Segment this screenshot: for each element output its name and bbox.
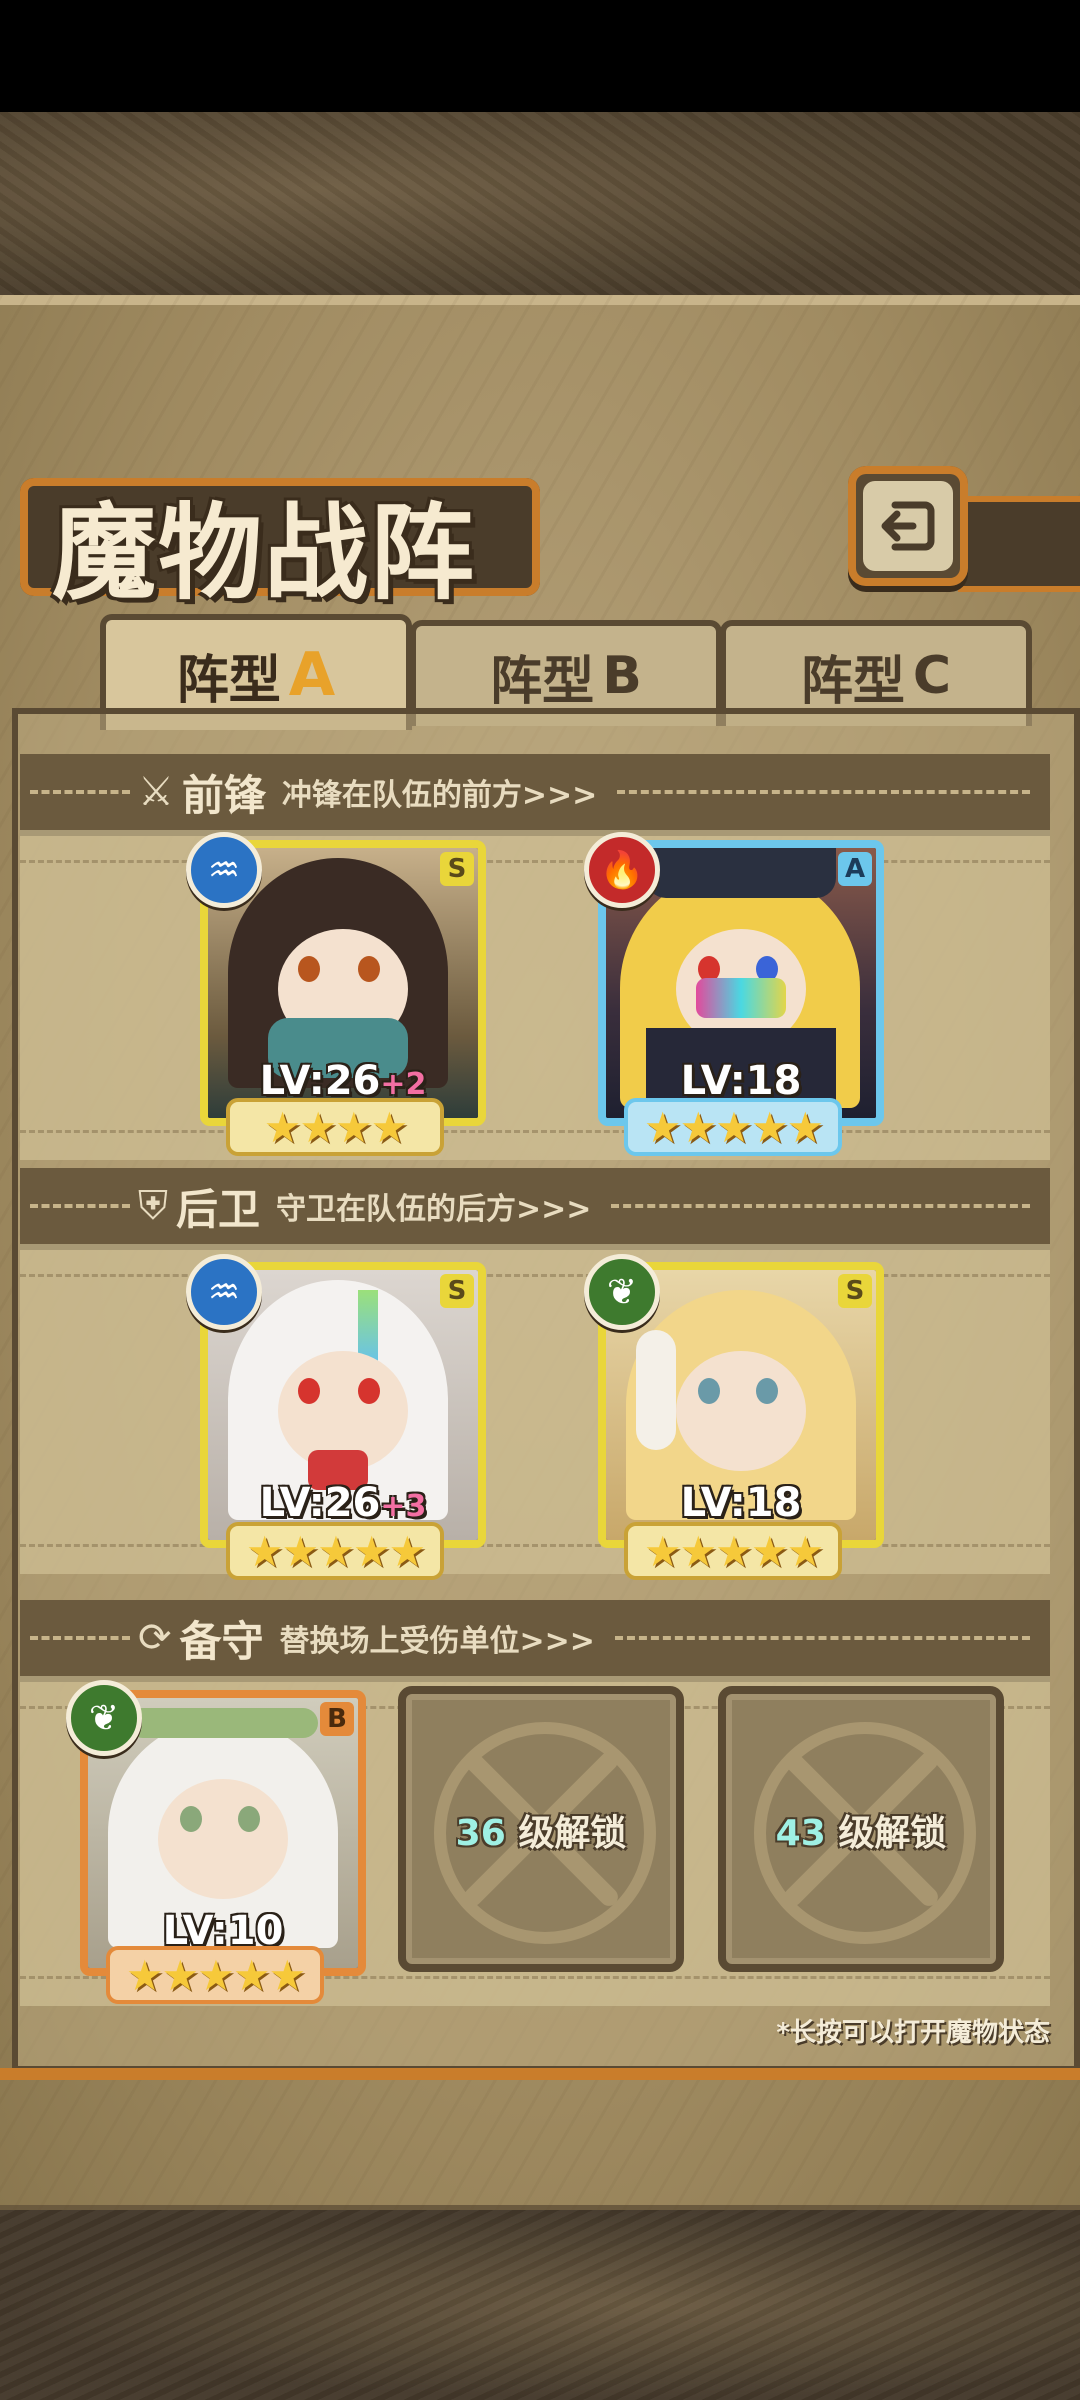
locked-slot-2[interactable]: 43 级解锁: [718, 1686, 1004, 1972]
section-header-reserve: ⟳ 备守 替换场上受伤单位>>>: [20, 1600, 1050, 1676]
section-name: 前锋: [181, 770, 266, 820]
back-arrow-icon: [881, 501, 935, 551]
section-desc: 守卫在队伍的后方>>>: [276, 1192, 592, 1227]
shield-icon: ⛨: [138, 1183, 168, 1229]
tab-letter: A: [288, 640, 336, 710]
leaf-element-icon: ❦: [66, 1680, 142, 1756]
section-desc: 替换场上受伤单位>>>: [279, 1624, 595, 1659]
rank-badge: S: [440, 1274, 474, 1308]
unlock-label: 36 级解锁: [455, 1813, 627, 1854]
rank-badge: A: [838, 852, 872, 886]
star-rating: ★★★★★: [226, 1522, 444, 1580]
water-element-icon: ♒: [186, 832, 262, 908]
section-name: 备守: [179, 1616, 264, 1666]
map-background-top: [0, 112, 1080, 302]
star-rating: ★★★★★: [624, 1522, 842, 1580]
tab-letter: B: [602, 646, 642, 706]
front-row: [20, 830, 1050, 1160]
tab-letter: C: [912, 646, 952, 706]
rank-badge: S: [440, 852, 474, 886]
water-element-icon: ♒: [186, 1254, 262, 1330]
star-rating: ★★★★★: [106, 1946, 324, 2004]
panel-trim: [0, 2068, 1080, 2080]
back-row: [20, 1244, 1050, 1574]
tab-label: 阵型: [490, 651, 595, 712]
section-name: 后卫: [176, 1184, 261, 1234]
locked-slot-1[interactable]: 36 级解锁: [398, 1686, 684, 1972]
back-button-strip: [958, 496, 1080, 592]
back-button[interactable]: [848, 466, 968, 586]
star-rating: ★★★★: [226, 1098, 444, 1156]
status-bar: [0, 0, 1080, 112]
page-title: 魔物战阵: [52, 491, 477, 614]
section-header-front: ⚔ 前锋 冲锋在队伍的前方>>>: [20, 754, 1050, 830]
hint-text: *长按可以打开魔物状态: [776, 2018, 1050, 2048]
unit-level: LV:26+3: [259, 1480, 427, 1526]
tab-label: 阵型: [176, 650, 281, 711]
map-background-bottom: [0, 2210, 1080, 2400]
rank-badge: S: [838, 1274, 872, 1308]
fire-element-icon: 🔥: [584, 832, 660, 908]
swap-icon: ⟳: [138, 1615, 172, 1661]
rank-badge: B: [320, 1702, 354, 1736]
sword-icon: ⚔: [138, 769, 174, 815]
star-rating: ★★★★★: [624, 1098, 842, 1156]
leaf-element-icon: ❦: [584, 1254, 660, 1330]
unlock-label: 43 级解锁: [775, 1813, 947, 1854]
tab-label: 阵型: [800, 651, 905, 712]
section-desc: 冲锋在队伍的前方>>>: [281, 778, 598, 813]
unit-level: LV:18: [680, 1480, 802, 1526]
section-header-back: ⛨ 后卫 守卫在队伍的后方>>>: [20, 1168, 1050, 1244]
